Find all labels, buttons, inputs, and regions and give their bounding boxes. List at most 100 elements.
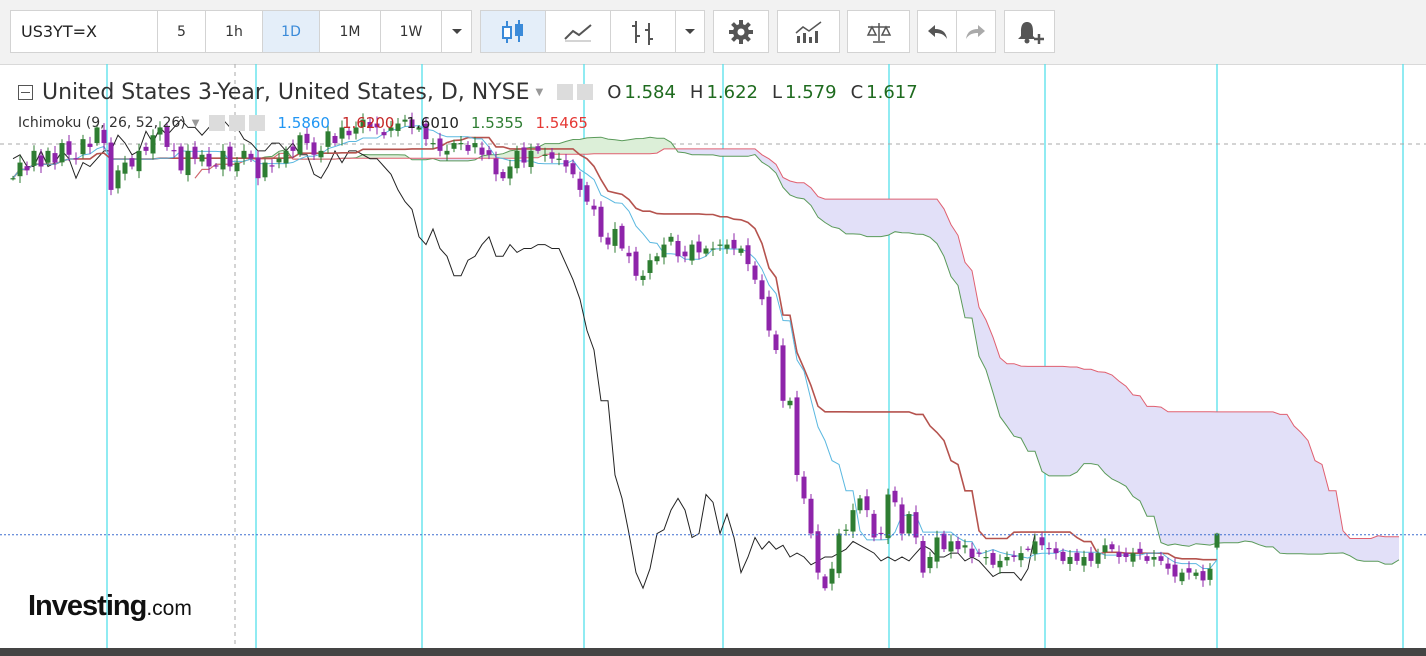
- candle[interactable]: [654, 252, 660, 265]
- candle[interactable]: [500, 169, 506, 182]
- candle[interactable]: [437, 132, 443, 157]
- interval-1d-button[interactable]: 1D: [262, 10, 320, 53]
- redo-button[interactable]: [956, 10, 996, 53]
- candle[interactable]: [458, 136, 464, 151]
- candle[interactable]: [1137, 542, 1143, 560]
- candle[interactable]: [710, 241, 716, 257]
- eye-icon[interactable]: [557, 84, 574, 100]
- candle[interactable]: [1193, 569, 1199, 580]
- candle[interactable]: [563, 153, 569, 173]
- candle[interactable]: [815, 524, 821, 580]
- candle[interactable]: [1032, 534, 1038, 561]
- candle[interactable]: [1025, 546, 1031, 552]
- candle[interactable]: [948, 534, 954, 559]
- candle[interactable]: [1116, 545, 1122, 564]
- candle[interactable]: [1088, 546, 1094, 567]
- candle[interactable]: [724, 239, 730, 254]
- settings-button[interactable]: [713, 10, 769, 53]
- candle[interactable]: [1172, 558, 1178, 583]
- candle[interactable]: [633, 246, 639, 281]
- candle[interactable]: [661, 237, 667, 265]
- candle[interactable]: [927, 551, 933, 574]
- add-alert-button[interactable]: [1004, 10, 1055, 53]
- candle[interactable]: [626, 245, 632, 264]
- interval-dropdown-button[interactable]: [441, 10, 472, 53]
- candle[interactable]: [892, 486, 898, 507]
- interval-1w-button[interactable]: 1W: [380, 10, 442, 53]
- candle[interactable]: [1123, 547, 1129, 563]
- candle[interactable]: [108, 137, 114, 196]
- collapse-legend-icon[interactable]: [18, 84, 33, 100]
- candle[interactable]: [31, 145, 37, 172]
- candle[interactable]: [1053, 541, 1059, 560]
- candle[interactable]: [1130, 547, 1136, 567]
- symbol-input[interactable]: US3YT=X: [10, 10, 158, 53]
- candle[interactable]: [766, 290, 772, 337]
- candle[interactable]: [136, 143, 142, 179]
- candle[interactable]: [780, 338, 786, 408]
- candle[interactable]: [178, 143, 184, 174]
- candle[interactable]: [584, 181, 590, 205]
- candle[interactable]: [864, 489, 870, 518]
- candle[interactable]: [192, 141, 198, 165]
- candle[interactable]: [598, 201, 604, 243]
- candle[interactable]: [808, 493, 814, 539]
- candle[interactable]: [745, 238, 751, 272]
- candle[interactable]: [773, 330, 779, 354]
- candle[interactable]: [59, 139, 65, 167]
- indicators-button[interactable]: [777, 10, 840, 53]
- candle[interactable]: [759, 274, 765, 306]
- candle[interactable]: [619, 223, 625, 251]
- candle[interactable]: [647, 253, 653, 280]
- candle[interactable]: [997, 554, 1003, 574]
- candle[interactable]: [220, 144, 226, 177]
- candle[interactable]: [913, 505, 919, 545]
- candle[interactable]: [899, 497, 905, 541]
- candle[interactable]: [1067, 549, 1073, 571]
- candle[interactable]: [1109, 541, 1115, 553]
- candle[interactable]: [1179, 568, 1185, 586]
- price-chart[interactable]: [0, 64, 1426, 650]
- candle[interactable]: [1144, 553, 1150, 564]
- candle[interactable]: [1102, 538, 1108, 559]
- gear-icon[interactable]: [229, 115, 246, 131]
- candle[interactable]: [577, 171, 583, 197]
- candle[interactable]: [1081, 550, 1087, 572]
- chart-type-dropdown-button[interactable]: [675, 10, 705, 53]
- candle[interactable]: [829, 561, 835, 591]
- candle[interactable]: [920, 535, 926, 578]
- candle[interactable]: [612, 222, 618, 253]
- candle[interactable]: [115, 165, 121, 194]
- candle[interactable]: [591, 199, 597, 216]
- candle[interactable]: [507, 159, 513, 186]
- candle[interactable]: [878, 526, 884, 540]
- candle[interactable]: [871, 510, 877, 542]
- candle[interactable]: [850, 503, 856, 539]
- gear-icon[interactable]: [577, 84, 594, 100]
- eye-icon[interactable]: [209, 115, 226, 131]
- candle[interactable]: [675, 234, 681, 263]
- candle[interactable]: [752, 261, 758, 285]
- candle[interactable]: [801, 471, 807, 504]
- candle[interactable]: [521, 142, 527, 168]
- bar-chart-button[interactable]: [610, 10, 676, 53]
- candle[interactable]: [906, 511, 912, 537]
- compare-button[interactable]: [847, 10, 910, 53]
- candle[interactable]: [668, 232, 674, 246]
- candle[interactable]: [731, 233, 737, 256]
- candle[interactable]: [1200, 564, 1206, 587]
- line-chart-button[interactable]: [545, 10, 611, 53]
- candle[interactable]: [269, 159, 275, 173]
- candle[interactable]: [150, 129, 156, 160]
- candle[interactable]: [941, 530, 947, 553]
- candle[interactable]: [857, 495, 863, 514]
- candle[interactable]: [787, 397, 793, 409]
- candle[interactable]: [87, 136, 93, 154]
- candle[interactable]: [794, 390, 800, 482]
- candle[interactable]: [52, 146, 58, 170]
- interval-1h-button[interactable]: 1h: [205, 10, 263, 53]
- candle[interactable]: [689, 240, 695, 265]
- candle[interactable]: [843, 524, 849, 536]
- candle[interactable]: [185, 144, 191, 182]
- candlestick-button[interactable]: [480, 10, 546, 53]
